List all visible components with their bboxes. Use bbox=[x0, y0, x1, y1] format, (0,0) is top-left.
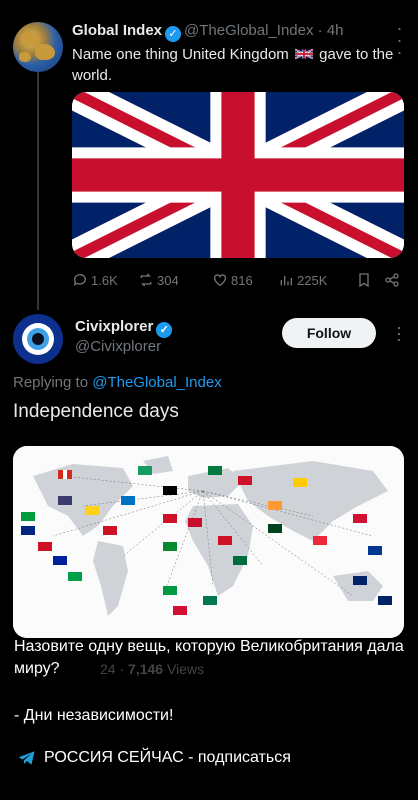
uk-flag-icon bbox=[294, 48, 313, 60]
separator: · bbox=[313, 22, 327, 39]
author-name[interactable]: Civixplorer ✓ bbox=[75, 318, 175, 338]
post-text: Name one thing United Kingdom gave to th… bbox=[72, 46, 394, 84]
reply-icon bbox=[73, 274, 86, 286]
author-name[interactable]: Global Index bbox=[72, 22, 162, 39]
avatar[interactable] bbox=[13, 314, 63, 364]
verified-badge-icon: ✓ bbox=[156, 322, 173, 338]
author-handle[interactable]: @TheGlobal_Index bbox=[184, 22, 313, 39]
caption-overlay-question: Назовите одну вещь, которую Великобритан… bbox=[14, 638, 404, 677]
replying-to-link[interactable]: @TheGlobal_Index bbox=[92, 374, 221, 391]
views-icon bbox=[280, 276, 292, 286]
follow-button[interactable]: Follow bbox=[282, 318, 376, 348]
share-icon[interactable] bbox=[384, 272, 400, 288]
heart-icon bbox=[214, 274, 226, 287]
verified-badge-icon: ✓ bbox=[165, 26, 182, 42]
post-time[interactable]: 4h bbox=[327, 22, 344, 39]
like-button[interactable]: 816 bbox=[212, 272, 253, 288]
repost-button[interactable]: 304 bbox=[138, 272, 179, 288]
caption-overlay-answer: - Дни независимости! bbox=[14, 707, 174, 724]
avatar[interactable] bbox=[13, 22, 63, 72]
repost-icon bbox=[140, 273, 152, 287]
telegram-channel-link[interactable]: РОССИЯ СЕЙЧАС - подписаться bbox=[18, 749, 291, 767]
post-header: Global Index ✓ @TheGlobal_Index · 4h bbox=[72, 22, 344, 42]
reply-button[interactable]: 1.6K bbox=[72, 272, 118, 288]
original-post[interactable]: Global Index ✓ @TheGlobal_Index · 4h · · · N… bbox=[0, 0, 418, 300]
bookmark-icon[interactable] bbox=[356, 272, 372, 288]
post-actions: 1.6K 304 816 225K bbox=[72, 272, 404, 290]
post-image-uk-flag[interactable] bbox=[72, 92, 404, 258]
post-image-independence-map[interactable] bbox=[13, 446, 404, 638]
replying-to: Replying to @TheGlobal_Index bbox=[13, 374, 222, 391]
more-options-icon[interactable]: · · · bbox=[396, 318, 402, 348]
reply-text: Independence days bbox=[13, 401, 179, 422]
telegram-icon bbox=[18, 751, 35, 765]
author-handle[interactable]: @Civixplorer bbox=[75, 338, 161, 355]
views-button[interactable]: 225K bbox=[278, 272, 327, 288]
